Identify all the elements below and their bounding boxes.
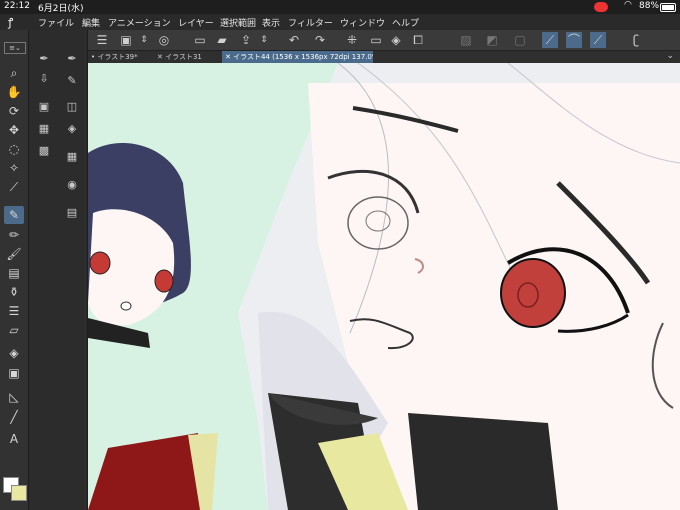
document-tabs: • イラスト39* ✕ イラスト31 ✕ イラスト44 (1536 x 1536…: [88, 51, 680, 63]
pen-icon[interactable]: ✎: [4, 206, 24, 224]
battery-icon: [660, 3, 676, 12]
menu-window[interactable]: ウィンドウ: [340, 16, 385, 29]
eye-right-iris: [500, 258, 566, 328]
chibi-eye-right: [154, 269, 174, 293]
layer-icon[interactable]: ◫: [65, 100, 79, 114]
battery-level: 88%: [639, 1, 660, 11]
layer-thumb-icon[interactable]: ▩: [37, 144, 51, 158]
brush-size-icon[interactable]: ✎: [65, 74, 79, 88]
deselect-icon[interactable]: ▨: [458, 32, 474, 48]
command-bar: ☰ ▣ ⇕ ◎ ▭ ▰ ⇪ ⇕ ↶ ↷ ⁜ ▭ ◈ ⧠ ▨ ◩ ▢ ⟋ ⌒ ⟋ …: [88, 30, 680, 51]
menu-edit[interactable]: 編集: [82, 16, 100, 29]
menu-animation[interactable]: アニメーション: [108, 16, 171, 29]
canvas[interactable]: [88, 63, 680, 510]
text-icon[interactable]: A: [4, 430, 24, 448]
brush-icon[interactable]: 🖌: [4, 245, 24, 263]
status-time: 22:12: [4, 1, 30, 11]
menu-file[interactable]: ファイル: [38, 16, 74, 29]
menu-bar: ꝭ ファイル 編集 アニメーション レイヤー 選択範囲 表示 フィルター ウィン…: [0, 14, 680, 30]
hand-icon[interactable]: ✋: [4, 83, 24, 101]
smooth-icon[interactable]: ⌒: [566, 32, 582, 48]
airbrush-icon[interactable]: ▤: [4, 264, 24, 282]
camera-icon[interactable]: ◉: [65, 178, 79, 192]
line-icon[interactable]: ╱: [4, 408, 24, 426]
decoration-icon[interactable]: ⚱: [4, 283, 24, 301]
menu-view[interactable]: 表示: [262, 16, 280, 29]
menu-filter[interactable]: フィルター: [288, 16, 333, 29]
figure-icon[interactable]: ◺: [4, 388, 24, 406]
invert-selection-icon[interactable]: ◩: [484, 32, 500, 48]
chevron-down-icon[interactable]: ⌄: [666, 51, 674, 61]
grid-icon[interactable]: ▦: [37, 122, 51, 136]
new-file-icon[interactable]: ▭: [192, 32, 208, 48]
chibi-eye-left: [89, 251, 111, 275]
sub-color-swatch[interactable]: [11, 485, 27, 501]
tool-property-icon[interactable]: ✒: [65, 52, 79, 66]
eyedropper-icon[interactable]: ⟋: [4, 178, 24, 196]
gradient-icon[interactable]: ▣: [4, 364, 24, 382]
lasso-icon[interactable]: ◌: [4, 140, 24, 158]
menu-icon[interactable]: ☰: [94, 32, 110, 48]
magic-wand-icon[interactable]: ✧: [4, 159, 24, 177]
chevron-updown-icon[interactable]: ⇕: [136, 32, 152, 48]
tool-panel: ≡⌄ ⌕ ✋ ⟳ ✥ ◌ ✧ ⟋ ✎ ✏ 🖌 ▤ ⚱ ☰ ▱ ◈ ▣ ◺ ╱ A: [0, 30, 29, 510]
sub-tool-panel: ✒ ⇩ ▣ ▦ ▩ ✒ ✎ ◫ ◈ ▦ ◉ ▤: [29, 30, 88, 510]
show-selection-icon[interactable]: ▢: [512, 32, 528, 48]
new-canvas-icon[interactable]: ▣: [118, 32, 134, 48]
tab-illust44[interactable]: ✕ イラスト44 (1536 x 1536px 72dpi 137.0%): [222, 51, 373, 63]
record-icon: [594, 2, 608, 12]
tab-illust39[interactable]: • イラスト39*: [88, 51, 155, 63]
menu-select[interactable]: 選択範囲: [220, 16, 256, 29]
navigator-icon[interactable]: ▦: [65, 150, 79, 164]
history-icon[interactable]: ▤: [65, 206, 79, 220]
menu-help[interactable]: ヘルプ: [392, 16, 419, 29]
artwork: [88, 63, 680, 510]
status-date: 6月2日(水): [38, 4, 84, 14]
stabilize-icon[interactable]: ⟋: [542, 32, 558, 48]
redo-icon[interactable]: ↷: [312, 32, 328, 48]
pen-settings-icon[interactable]: ✒: [37, 52, 51, 66]
clear-icon[interactable]: ▭: [368, 32, 384, 48]
rotate-icon[interactable]: ⟳: [4, 102, 24, 120]
vector-snap-icon[interactable]: ⟋: [590, 32, 606, 48]
clip-studio-logo-icon[interactable]: ꝭ: [8, 15, 13, 30]
save-chevron-icon[interactable]: ⇕: [256, 32, 272, 48]
layers-stack-icon[interactable]: ◈: [65, 122, 79, 136]
gesture-icon[interactable]: ʗ: [628, 32, 644, 48]
tab-illust31[interactable]: ✕ イラスト31: [154, 51, 223, 63]
save-icon[interactable]: ⇪: [238, 32, 254, 48]
transform-icon[interactable]: ⁜: [344, 32, 360, 48]
move-icon[interactable]: ✥: [4, 121, 24, 139]
fill-layer-icon[interactable]: ◈: [388, 32, 404, 48]
material-icon[interactable]: ▣: [37, 100, 51, 114]
fill-icon[interactable]: ◈: [4, 344, 24, 362]
eraser-icon[interactable]: ▱: [4, 321, 24, 339]
chibi-mouth: [120, 301, 132, 311]
free-transform-icon[interactable]: ⧠: [410, 32, 426, 48]
wifi-icon: ◠: [624, 0, 632, 10]
menu-layer[interactable]: レイヤー: [178, 16, 214, 29]
open-icon[interactable]: ▰: [214, 32, 230, 48]
zoom-icon[interactable]: ⌕: [4, 64, 24, 82]
undo-icon[interactable]: ↶: [286, 32, 302, 48]
pencil-icon[interactable]: ✏: [4, 226, 24, 244]
blend-icon[interactable]: ☰: [4, 302, 24, 320]
status-bar: 22:12 6月2日(水) ◠ 88%: [0, 0, 680, 14]
import-icon[interactable]: ⇩: [37, 72, 51, 86]
dark-cloak: [408, 413, 558, 510]
snapshot-icon[interactable]: ◎: [156, 32, 172, 48]
palette-menu-icon[interactable]: ≡⌄: [4, 42, 26, 54]
